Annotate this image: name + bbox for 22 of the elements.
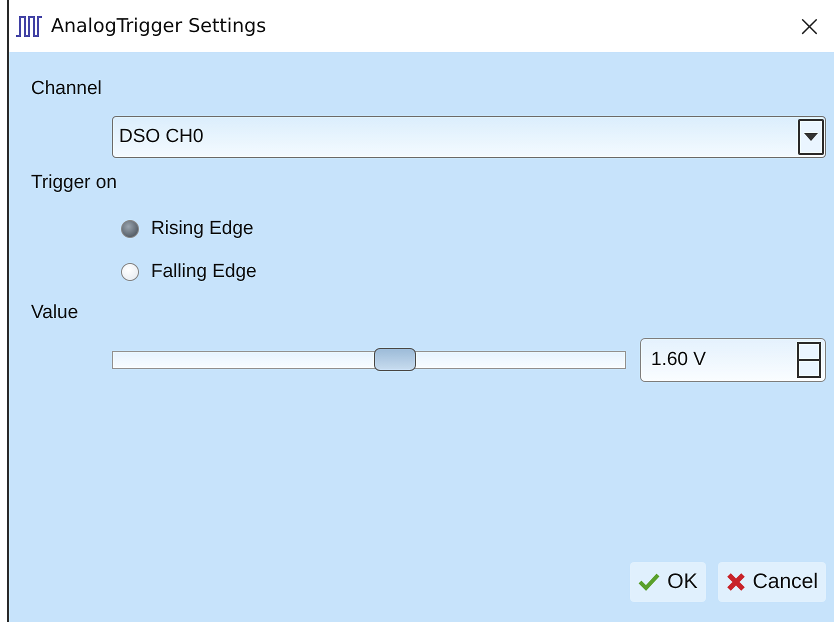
channel-dropdown[interactable]: DSO CH0 xyxy=(112,116,826,158)
check-icon xyxy=(638,573,660,591)
cancel-button[interactable]: Cancel xyxy=(718,562,826,602)
square-wave-icon xyxy=(15,14,43,38)
channel-label: Channel xyxy=(31,78,103,101)
window-title: AnalogTrigger Settings xyxy=(51,15,268,37)
close-icon xyxy=(726,572,746,592)
close-button[interactable]: × xyxy=(792,8,826,44)
slider-thumb[interactable] xyxy=(374,348,416,371)
radio-button[interactable] xyxy=(121,220,139,238)
radio-label: Falling Edge xyxy=(151,260,257,282)
value-spinner-field[interactable]: 1.60 V xyxy=(640,338,826,382)
value-label: Value xyxy=(31,302,80,325)
radio-label: Rising Edge xyxy=(151,218,254,240)
dropdown-value: DSO CH0 xyxy=(119,126,204,148)
radio-button[interactable] xyxy=(121,262,139,280)
spinner-arrows-icon[interactable] xyxy=(797,342,821,378)
spinner-value: 1.60 V xyxy=(651,349,706,371)
trigger-label: Trigger on xyxy=(31,172,118,195)
ok-button[interactable]: OK xyxy=(630,562,706,602)
caret-icon xyxy=(804,133,818,141)
dropdown-arrow-button[interactable] xyxy=(798,119,824,155)
